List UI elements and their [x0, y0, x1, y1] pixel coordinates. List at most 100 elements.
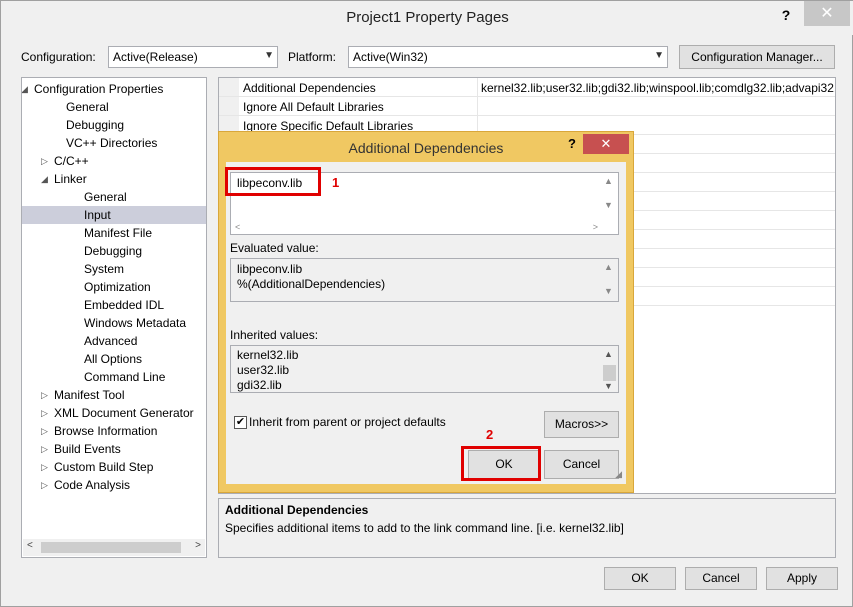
tree-item[interactable]: Manifest File — [22, 224, 206, 242]
tree-item[interactable]: ▷ Manifest Tool — [22, 386, 206, 404]
expand-icon[interactable]: ▷ — [41, 386, 48, 404]
tree-item[interactable]: ◢ Configuration Properties — [22, 80, 206, 98]
scroll-down-icon[interactable]: ▼ — [604, 381, 613, 391]
tree-item-label: Browse Information — [54, 424, 158, 438]
property-pages-window: Project1 Property Pages ? ✕ Configuratio… — [0, 0, 853, 607]
description-panel: Additional Dependencies Specifies additi… — [218, 498, 836, 558]
footer-apply-button[interactable]: Apply — [766, 567, 838, 590]
inherit-checkbox-label[interactable]: Inherit from parent or project defaults — [249, 415, 446, 429]
annotation-highlight-input — [225, 167, 321, 196]
tree-item[interactable]: Embedded IDL — [22, 296, 206, 314]
window-title: Project1 Property Pages — [346, 9, 509, 26]
grid-property-name: Ignore All Default Libraries — [243, 100, 384, 114]
tree-item-label: Linker — [54, 172, 87, 186]
input-vertical-scrollbar[interactable]: ▲ ▼ — [602, 174, 617, 214]
tree-item-label: Code Analysis — [54, 478, 131, 492]
grid-property-name: Additional Dependencies — [243, 81, 376, 95]
tree-item-label: Build Events — [54, 442, 121, 456]
tree-item-label: All Options — [84, 352, 143, 366]
title-bar: Project1 Property Pages ? ✕ — [1, 1, 853, 35]
configuration-value: Active(Release) — [113, 50, 198, 64]
scroll-thumb[interactable] — [603, 365, 616, 381]
tree-item-label: VC++ Directories — [66, 136, 158, 150]
tree-item[interactable]: General — [22, 98, 206, 116]
tree-item[interactable]: ▷ Build Events — [22, 440, 206, 458]
tree-item[interactable]: Debugging — [22, 116, 206, 134]
scroll-left-icon[interactable]: < — [235, 222, 240, 232]
grid-row[interactable]: Additional Dependencies kernel32.lib;user… — [219, 78, 835, 97]
tree-item-label: Optimization — [84, 280, 151, 294]
dialog-body: libpeconv.lib ▲ ▼ < > Evaluated value: l… — [226, 162, 626, 484]
tree-item[interactable]: ▷ Custom Build Step — [22, 458, 206, 476]
tree-item-label: Windows Metadata — [84, 316, 187, 330]
expand-icon[interactable]: ▷ — [41, 422, 48, 440]
scroll-right-icon[interactable]: > — [195, 540, 201, 551]
dialog-help-button[interactable]: ? — [564, 136, 580, 152]
scroll-down-icon[interactable]: ▼ — [604, 200, 613, 210]
help-button[interactable]: ? — [775, 4, 797, 26]
footer-ok-button[interactable]: OK — [604, 567, 676, 590]
property-tree: ◢ Configuration Properties General Debuggin… — [21, 77, 207, 558]
tree-item[interactable]: ▷ Browse Information — [22, 422, 206, 440]
tree-horizontal-scrollbar[interactable]: < > — [23, 539, 205, 556]
scroll-up-icon[interactable]: ▲ — [604, 262, 613, 272]
expand-icon[interactable]: ▷ — [41, 404, 48, 422]
annotation-step-1: 1 — [332, 175, 340, 190]
scroll-thumb[interactable] — [41, 542, 181, 553]
tree-item[interactable]: Windows Metadata — [22, 314, 206, 332]
resize-grip-icon[interactable]: ◢ — [615, 469, 622, 480]
checkmark-icon: ✔ — [235, 416, 246, 428]
tree-item-label: Advanced — [84, 334, 138, 348]
inherit-checkbox[interactable]: ✔ — [234, 416, 247, 429]
scroll-right-icon[interactable]: > — [593, 222, 598, 232]
tree-item[interactable]: ◢ Linker — [22, 170, 206, 188]
annotation-step-2: 2 — [486, 427, 494, 442]
tree-item[interactable]: Advanced — [22, 332, 206, 350]
scroll-up-icon[interactable]: ▲ — [604, 349, 613, 359]
inherited-vertical-scrollbar[interactable]: ▲ ▼ — [602, 347, 617, 391]
tree-item-label: Embedded IDL — [84, 298, 165, 312]
tree-item[interactable]: System — [22, 260, 206, 278]
tree-item[interactable]: Optimization — [22, 278, 206, 296]
expand-icon[interactable]: ▷ — [41, 476, 48, 494]
tree-item[interactable]: Input — [22, 206, 206, 224]
scroll-down-icon[interactable]: ▼ — [604, 286, 613, 296]
collapse-icon[interactable]: ◢ — [41, 170, 48, 188]
tree-item-label: C/C++ — [54, 154, 89, 168]
configuration-manager-button[interactable]: Configuration Manager... — [679, 45, 835, 69]
inherited-line: gdi32.lib — [237, 378, 282, 392]
chevron-down-icon: ▼ — [264, 50, 274, 61]
tree-item[interactable]: VC++ Directories — [22, 134, 206, 152]
description-text: Specifies additional items to add to the… — [225, 521, 624, 535]
footer-cancel-button[interactable]: Cancel — [685, 567, 757, 590]
platform-value: Active(Win32) — [353, 50, 428, 64]
platform-select[interactable]: Active(Win32) ▼ — [348, 46, 668, 68]
close-button[interactable]: ✕ — [804, 1, 850, 26]
tree-item-label: General — [66, 100, 109, 114]
tree-item-label: Command Line — [84, 370, 166, 384]
scroll-left-icon[interactable]: < — [27, 540, 33, 551]
inherited-values-label: Inherited values: — [230, 328, 319, 342]
expand-icon[interactable]: ▷ — [41, 440, 48, 458]
expand-icon[interactable]: ▷ — [41, 458, 48, 476]
tree-item-label: Custom Build Step — [54, 460, 154, 474]
tree-item-label: Manifest File — [84, 226, 153, 240]
inherited-line: user32.lib — [237, 363, 290, 377]
macros-button[interactable]: Macros>> — [544, 411, 619, 438]
scroll-up-icon[interactable]: ▲ — [604, 176, 613, 186]
evaluated-vertical-scrollbar[interactable]: ▲ ▼ — [602, 260, 617, 300]
collapse-icon[interactable]: ◢ — [22, 80, 28, 98]
grid-property-value[interactable]: kernel32.lib;user32.lib;gdi32.lib;winspo… — [481, 81, 835, 95]
tree-item[interactable]: All Options — [22, 350, 206, 368]
dialog-close-button[interactable]: ✕ — [583, 134, 629, 154]
configuration-select[interactable]: Active(Release) ▼ — [108, 46, 278, 68]
dialog-cancel-button[interactable]: Cancel — [544, 450, 619, 479]
tree-item[interactable]: Command Line — [22, 368, 206, 386]
tree-item[interactable]: ▷ C/C++ — [22, 152, 206, 170]
tree-item[interactable]: ▷ Code Analysis — [22, 476, 206, 494]
grid-row[interactable]: Ignore All Default Libraries — [219, 97, 835, 116]
tree-item[interactable]: Debugging — [22, 242, 206, 260]
tree-item[interactable]: ▷ XML Document Generator — [22, 404, 206, 422]
tree-item[interactable]: General — [22, 188, 206, 206]
expand-icon[interactable]: ▷ — [41, 152, 48, 170]
